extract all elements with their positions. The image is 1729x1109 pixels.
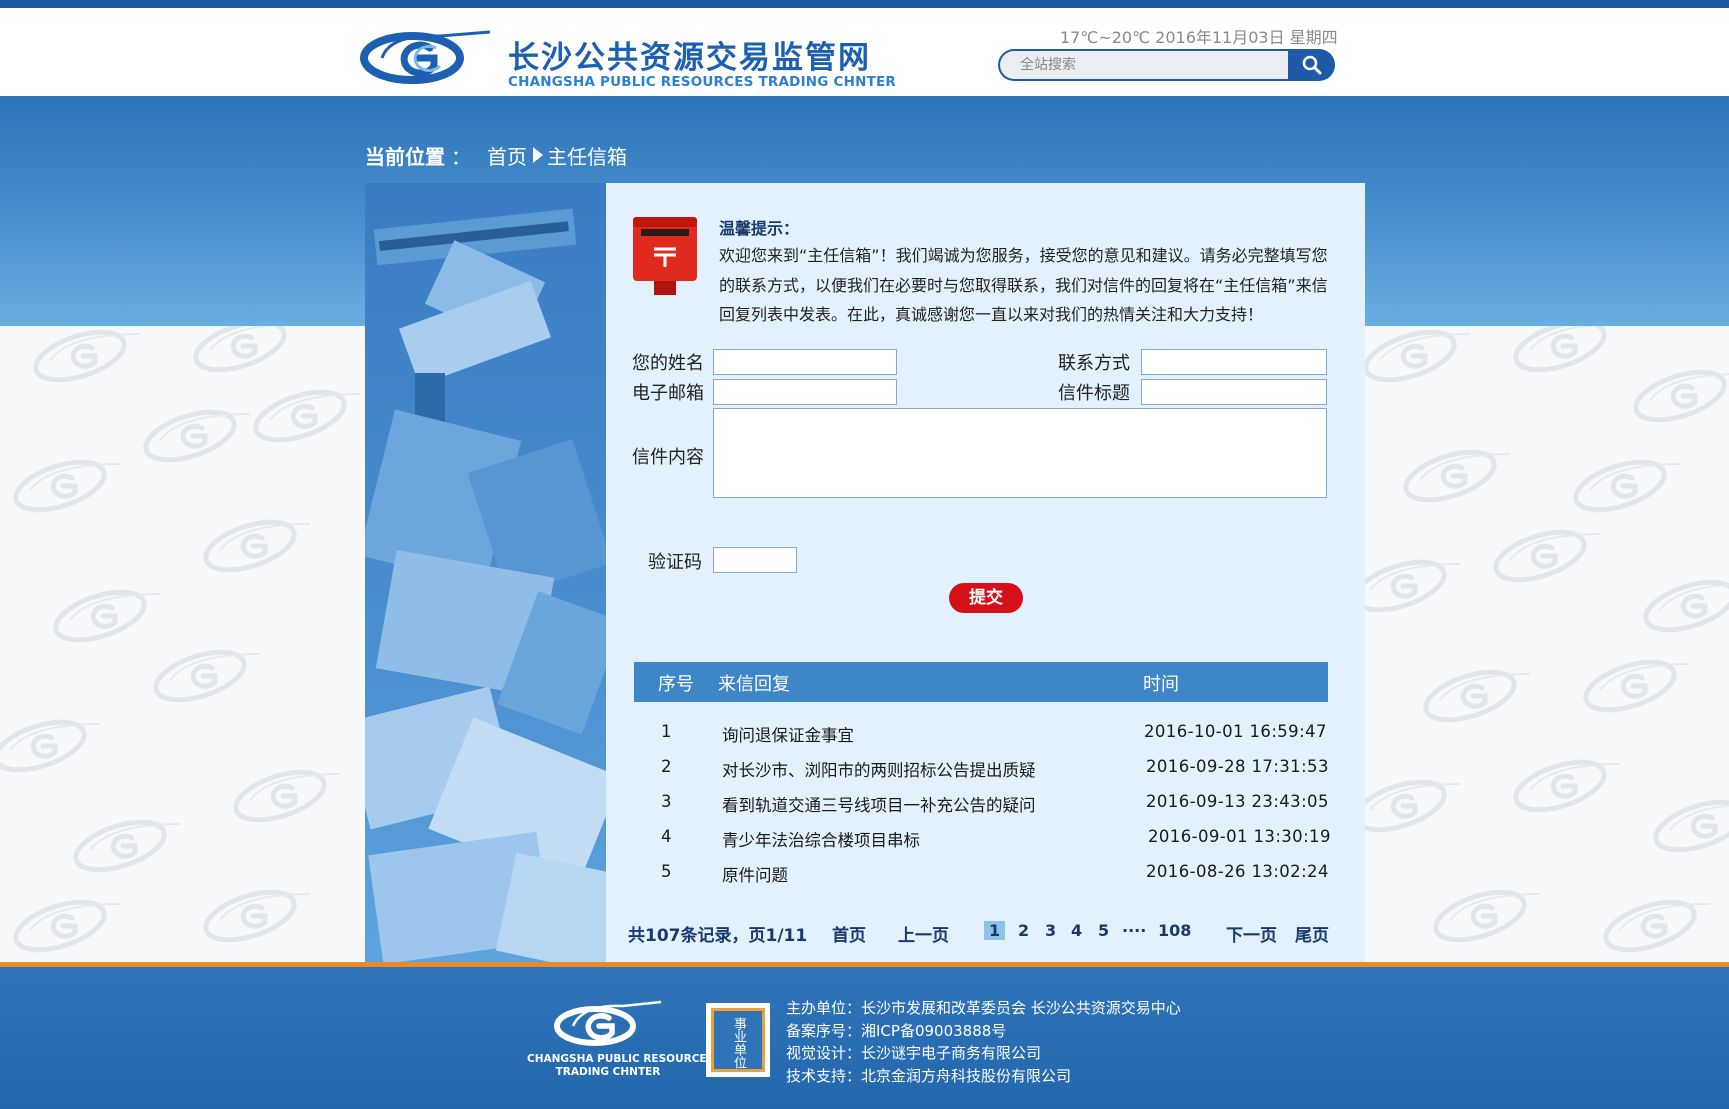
pager-next[interactable]: 下一页 xyxy=(1226,921,1277,946)
footer-icp[interactable]: 备案序号：湘ICP备09003888号 xyxy=(786,1020,1181,1043)
logo-g-icon xyxy=(554,1000,662,1046)
row-no: 1 xyxy=(661,722,672,741)
logo-title-en: CHANGSHA PUBLIC RESOURCES TRADING CHNTER xyxy=(508,74,896,90)
pager-prev[interactable]: 上一页 xyxy=(898,921,949,946)
notice-title: 温馨提示： xyxy=(719,219,800,238)
name-label: 您的姓名 xyxy=(632,353,704,374)
logo-g-icon xyxy=(360,30,491,84)
row-title-link[interactable]: 对长沙市、浏阳市的两则招标公告提出质疑 xyxy=(722,757,1036,781)
captcha-field[interactable] xyxy=(713,547,797,573)
pager-page-last[interactable]: 108 xyxy=(1158,921,1191,940)
footer-host: 主办单位：长沙市发展和改革委员会 长沙公共资源交易中心 xyxy=(786,999,1181,1017)
site-search xyxy=(998,49,1336,81)
row-no: 4 xyxy=(661,827,672,846)
row-time: 2016-09-01 13:30:19 xyxy=(1148,827,1331,846)
search-button[interactable] xyxy=(1288,49,1335,81)
search-icon xyxy=(1302,55,1321,75)
name-field[interactable] xyxy=(713,349,897,375)
contact-label: 联系方式 xyxy=(1058,353,1130,374)
footer-info: 主办单位：长沙市发展和改革委员会 长沙公共资源交易中心 备案序号：湘ICP备09… xyxy=(786,997,1181,1087)
breadcrumb-current: 主任信箱 xyxy=(547,144,627,169)
header-no: 序号 xyxy=(658,674,694,695)
row-no: 2 xyxy=(661,757,672,776)
row-no: 3 xyxy=(661,792,672,811)
row-time: 2016-09-28 17:31:53 xyxy=(1146,757,1329,776)
row-time: 2016-08-26 13:02:24 xyxy=(1146,862,1329,881)
subject-label: 信件标题 xyxy=(1058,383,1130,404)
table-row[interactable]: 1 询问退保证金事宜 2016-10-01 16:59:47 xyxy=(634,718,1328,750)
email-field[interactable] xyxy=(713,379,897,405)
site-logo[interactable]: 长沙公共资源交易监管网 CHANGSHA PUBLIC RESOURCES TR… xyxy=(360,26,896,92)
subject-field[interactable] xyxy=(1141,379,1327,405)
content-label: 信件内容 xyxy=(632,447,704,468)
footer-logo: CHANGSHA PUBLIC RESOURCES TRADING CHNTER xyxy=(527,998,715,1078)
site-footer: CHANGSHA PUBLIC RESOURCES TRADING CHNTER… xyxy=(0,967,1729,1109)
notice-text: 欢迎您来到“主任信箱”！我们竭诚为您服务，接受您的意见和建议。请务必完整填写您的… xyxy=(719,246,1328,324)
table-row[interactable]: 5 原件问题 2016-08-26 13:02:24 xyxy=(634,858,1328,890)
header-time: 时间 xyxy=(1143,674,1179,695)
pager-page-1[interactable]: 1 xyxy=(984,921,1006,940)
breadcrumb-arrow-icon xyxy=(533,147,543,163)
footer-design: 视觉设计：长沙谜宇电子商务有限公司 xyxy=(786,1044,1042,1062)
row-time: 2016-09-13 23:43:05 xyxy=(1146,792,1329,811)
email-label: 电子邮箱 xyxy=(632,383,704,404)
breadcrumb-label: 当前位置 xyxy=(365,144,445,169)
pager-last[interactable]: 尾页 xyxy=(1295,921,1329,946)
row-title-link[interactable]: 看到轨道交通三号线项目一补充公告的疑问 xyxy=(722,792,1036,816)
pagination: 共107条记录，页1/11 首页 上一页 1 2 3 4 5 ···· 108 … xyxy=(628,919,1348,946)
badge-text: 事业单位 xyxy=(711,1008,765,1072)
site-header: 长沙公共资源交易监管网 CHANGSHA PUBLIC RESOURCES TR… xyxy=(0,8,1729,96)
pager-page-4[interactable]: 4 xyxy=(1071,921,1082,940)
weather-date: 17℃~20℃ 2016年11月03日 星期四 xyxy=(1060,28,1338,47)
submit-button[interactable]: 提交 xyxy=(949,583,1023,613)
footer-tech: 技术支持：北京金润方舟科技股份有限公司 xyxy=(786,1066,1072,1085)
row-title-link[interactable]: 原件问题 xyxy=(722,862,788,886)
footer-logo-en-line1: CHANGSHA PUBLIC RESOURCES xyxy=(527,1053,715,1065)
header-title: 来信回复 xyxy=(718,674,790,695)
search-input[interactable] xyxy=(998,49,1290,81)
row-title-link[interactable]: 询问退保证金事宜 xyxy=(722,722,854,746)
pager-first[interactable]: 首页 xyxy=(832,921,866,946)
table-row[interactable]: 3 看到轨道交通三号线项目一补充公告的疑问 2016-09-13 23:43:0… xyxy=(634,788,1328,820)
breadcrumb-colon: ： xyxy=(451,144,471,169)
institution-badge[interactable]: 事业单位 xyxy=(706,1003,770,1077)
breadcrumb: 当前位置 ： 首页 主任信箱 xyxy=(365,140,627,170)
row-time: 2016-10-01 16:59:47 xyxy=(1144,722,1327,741)
breadcrumb-home-link[interactable]: 首页 xyxy=(487,141,527,170)
pager-page-3[interactable]: 3 xyxy=(1045,921,1056,940)
pager-page-2[interactable]: 2 xyxy=(1018,921,1029,940)
logo-title-cn: 长沙公共资源交易监管网 xyxy=(508,40,871,76)
table-row[interactable]: 2 对长沙市、浏阳市的两则招标公告提出质疑 2016-09-28 17:31:5… xyxy=(634,753,1328,785)
letters-illustration xyxy=(365,183,606,963)
reply-table-header: 序号 来信回复 时间 xyxy=(634,662,1328,702)
content-textarea[interactable] xyxy=(713,408,1327,498)
pager-page-5[interactable]: 5 xyxy=(1098,921,1109,940)
contact-field[interactable] xyxy=(1141,349,1327,375)
table-row[interactable]: 4 青少年法治综合楼项目串标 2016-09-01 13:30:19 xyxy=(634,823,1331,855)
pager-summary: 共107条记录，页1/11 xyxy=(628,926,808,946)
footer-logo-en-line2: TRADING CHNTER xyxy=(555,1066,661,1078)
row-no: 5 xyxy=(661,862,672,881)
row-title-link[interactable]: 青少年法治综合楼项目串标 xyxy=(722,827,920,851)
mailbox-icon xyxy=(632,215,698,299)
captcha-label: 验证码 xyxy=(648,552,702,573)
top-accent-line xyxy=(0,0,1729,8)
mailbox-panel: 温馨提示： 欢迎您来到“主任信箱”！我们竭诚为您服务，接受您的意见和建议。请务必… xyxy=(365,183,1365,963)
pager-ellipsis: ···· xyxy=(1122,921,1147,940)
